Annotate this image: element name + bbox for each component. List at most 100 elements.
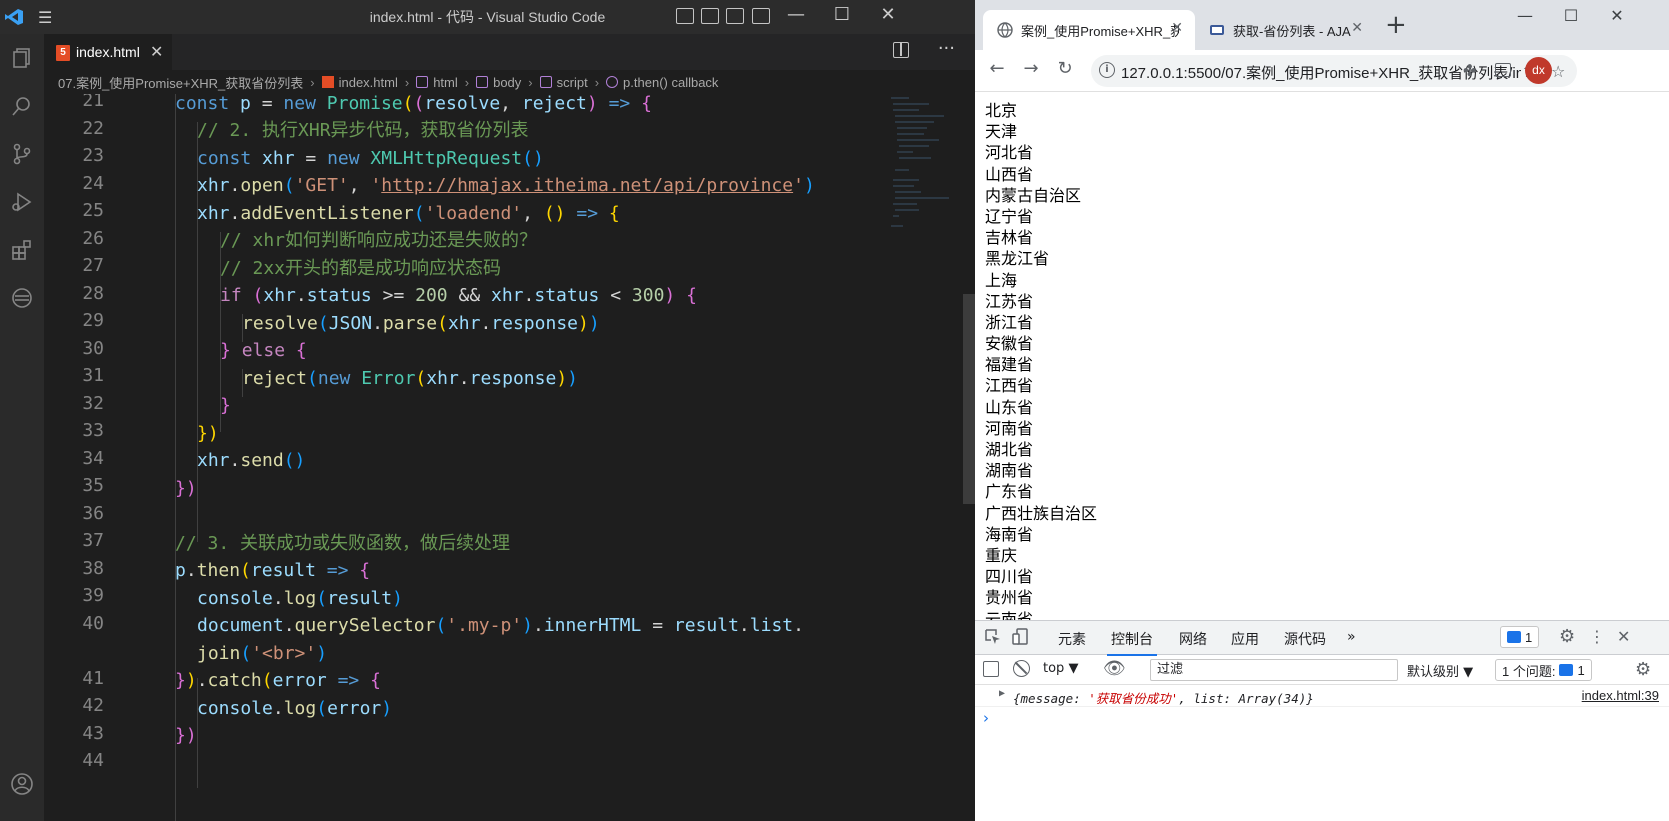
search-icon[interactable]	[0, 86, 44, 126]
devtools-tab-application[interactable]: 应用	[1231, 629, 1259, 649]
browser-tab-title: 获取-省份列表 - AJAX阶段	[1233, 24, 1351, 39]
log-source-link[interactable]: index.html:39	[1582, 688, 1659, 703]
editor-scrollbar[interactable]	[963, 294, 975, 504]
close-icon[interactable]: ✕	[868, 4, 908, 25]
breadcrumb-file[interactable]: index.html	[339, 75, 398, 90]
side-panel-icon[interactable]	[1495, 63, 1511, 77]
code-line-30: } else {	[220, 340, 307, 361]
line-number: 30	[82, 337, 104, 359]
context-selector[interactable]: top ▼	[1043, 661, 1078, 676]
line-number: 34	[82, 447, 104, 469]
browser-tab[interactable]: 获取-省份列表 - AJAX阶段 ✕	[1195, 10, 1375, 50]
profile-avatar[interactable]: dx	[1525, 57, 1552, 84]
devtools-tab-sources[interactable]: 源代码	[1284, 629, 1326, 649]
breadcrumb-html[interactable]: html	[433, 75, 458, 90]
code-line-25: xhr.addEventListener('loadend', () => {	[197, 203, 620, 224]
live-expression-eye-icon[interactable]: 👁	[1103, 658, 1126, 679]
run-debug-icon[interactable]	[0, 182, 44, 222]
inspect-element-icon[interactable]	[983, 627, 1003, 647]
breadcrumb-body[interactable]: body	[493, 75, 521, 90]
line-number: 35	[82, 475, 104, 496]
line-number: 38	[82, 557, 104, 579]
toggle-secondary-sidebar-icon[interactable]	[726, 8, 744, 24]
tab-label: index.html	[76, 44, 140, 60]
extensions-puzzle-icon[interactable]: ✤	[1463, 61, 1476, 80]
code-line-41: }).catch(error => {	[175, 670, 381, 691]
devtools-menu-icon[interactable]: ⋮	[1589, 627, 1605, 646]
tab-close-icon[interactable]: ✕	[150, 42, 163, 62]
line-number: 27	[82, 255, 104, 276]
device-toolbar-icon[interactable]	[1011, 627, 1031, 647]
site-info-icon[interactable]: i	[1099, 62, 1115, 78]
explorer-icon[interactable]	[0, 38, 44, 78]
devtools-tab-console[interactable]: 控制台	[1107, 629, 1157, 656]
tab-index-html[interactable]: 5 index.html ✕	[44, 34, 172, 70]
code-line-33: })	[197, 423, 219, 444]
minimap[interactable]	[889, 94, 959, 274]
bookmark-star-icon[interactable]: ☆	[1551, 62, 1565, 81]
sidebar-toggle-icon[interactable]	[983, 661, 999, 677]
html-file-icon	[321, 76, 334, 88]
message-icon	[1507, 631, 1521, 643]
code-line-22: // 2. 执行XHR异步代码，获取省份列表	[197, 120, 529, 141]
devtools-close-icon[interactable]: ✕	[1617, 627, 1630, 646]
console-settings-icon[interactable]: ⚙	[1635, 659, 1651, 680]
forward-icon[interactable]: →	[1019, 58, 1043, 79]
expand-arrow-icon[interactable]: ▶	[999, 688, 1005, 699]
browser-minimize-icon[interactable]: —	[1505, 6, 1545, 25]
devtools-tab-elements[interactable]: 元素	[1058, 629, 1086, 649]
clear-console-icon[interactable]	[1013, 660, 1030, 677]
console-log-entry[interactable]: ▶ {message: '获取省份成功', list: Array(34)} i…	[975, 685, 1669, 707]
new-tab-icon[interactable]: +	[1385, 10, 1407, 40]
split-editor-icon[interactable]	[893, 42, 909, 58]
province-item: 内蒙古自治区	[985, 185, 1082, 205]
maximize-icon[interactable]: ☐	[822, 4, 862, 25]
more-tabs-icon[interactable]: »	[1347, 629, 1356, 645]
console-prompt-icon[interactable]: ›	[983, 709, 989, 727]
breadcrumb-script[interactable]: script	[557, 75, 588, 90]
remote-explorer-icon[interactable]	[0, 278, 44, 318]
element-icon	[476, 76, 489, 88]
code-editor[interactable]: 21 22 23 24 25 26 27 28 29 30 31 32 33 34 35 36 37 38 39 40…	[44, 94, 975, 821]
settings-gear-icon[interactable]: ⚙	[1559, 626, 1575, 647]
element-icon	[539, 76, 552, 88]
breadcrumb-folder[interactable]: 07.案例_使用Promise+XHR_获取省份列表	[58, 73, 303, 92]
line-number: 25	[82, 200, 104, 221]
more-actions-icon[interactable]: ···	[938, 38, 955, 59]
back-icon[interactable]: ←	[985, 58, 1009, 79]
browser-tab-active[interactable]: 案例_使用Promise+XHR_获取省份列表 ✕	[983, 10, 1195, 50]
title-bar: ☰ index.html - 代码 - Visual Studio Code —…	[0, 0, 975, 34]
devtools-tabs: 元素 控制台 网络 应用 源代码 » 1 ⚙ ⋮ ✕	[975, 621, 1669, 656]
code-line-26: // xhr如何判断响应成功还是失败的？	[220, 230, 538, 251]
toggle-sidebar-icon[interactable]	[676, 8, 694, 24]
devtools-tab-network[interactable]: 网络	[1179, 629, 1207, 649]
extensions-icon[interactable]	[0, 230, 44, 270]
account-icon[interactable]	[0, 764, 44, 804]
console-filter-input[interactable]: 过滤	[1150, 659, 1398, 681]
log-level-select[interactable]: 默认级别 ▼	[1407, 661, 1473, 680]
browser-tab-close-icon[interactable]: ✕	[1351, 19, 1363, 36]
province-item: 浙江省	[985, 312, 1034, 332]
line-number: 24	[82, 172, 104, 194]
reload-icon[interactable]: ↻	[1053, 58, 1077, 79]
province-item: 吉林省	[985, 228, 1034, 248]
console-toolbar: top ▼ 👁 过滤 默认级别 ▼ 1 个问题: 1 ⚙	[975, 655, 1669, 685]
toggle-panel-icon[interactable]	[701, 8, 719, 24]
issues-badge[interactable]: 1	[1500, 626, 1540, 648]
code-line-27: // 2xx开头的都是成功响应状态码	[220, 258, 502, 279]
issues-counter[interactable]: 1 个问题: 1	[1495, 659, 1592, 681]
browser-close-icon[interactable]: ✕	[1597, 6, 1637, 25]
source-control-icon[interactable]	[0, 134, 44, 174]
code-line-40-wrap: join('<br>')	[197, 643, 328, 664]
breadcrumb-callback[interactable]: p.then() callback	[623, 75, 718, 90]
province-item: 河南省	[985, 418, 1034, 438]
customize-layout-icon[interactable]	[752, 8, 770, 24]
code-line-42: console.log(error)	[197, 698, 393, 719]
province-item: 天津	[985, 122, 1018, 142]
vscode-window: ☰ index.html - 代码 - Visual Studio Code —…	[0, 0, 975, 821]
browser-tab-close-icon[interactable]: ✕	[1171, 19, 1183, 36]
line-number: 40	[82, 612, 104, 634]
line-number: 43	[82, 722, 104, 744]
minimize-icon[interactable]: —	[776, 4, 816, 25]
browser-maximize-icon[interactable]: ☐	[1551, 6, 1591, 25]
